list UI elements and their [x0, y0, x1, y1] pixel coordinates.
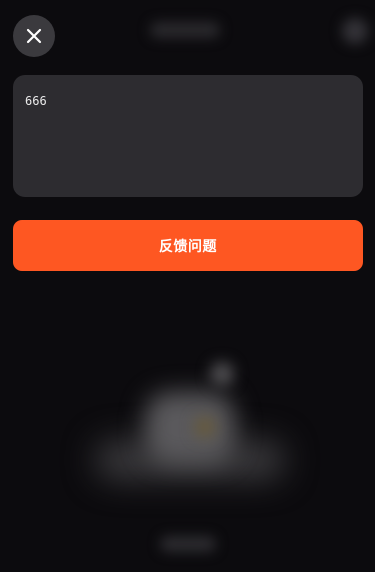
submit-feedback-button[interactable]: 反馈问题: [13, 220, 363, 271]
blurred-bottom-text: [160, 536, 216, 552]
close-button[interactable]: [13, 15, 55, 57]
blurred-top-right-icon: [342, 18, 368, 44]
blurred-illustration-dot: [210, 362, 234, 386]
blurred-illustration: [145, 392, 235, 464]
feedback-text-area[interactable]: 666: [13, 75, 363, 197]
blurred-title: [150, 22, 220, 38]
blurred-illustration-accent: [196, 418, 214, 436]
close-icon: [26, 28, 42, 44]
feedback-text-value[interactable]: 666: [25, 94, 351, 108]
submit-feedback-label: 反馈问题: [159, 238, 217, 255]
